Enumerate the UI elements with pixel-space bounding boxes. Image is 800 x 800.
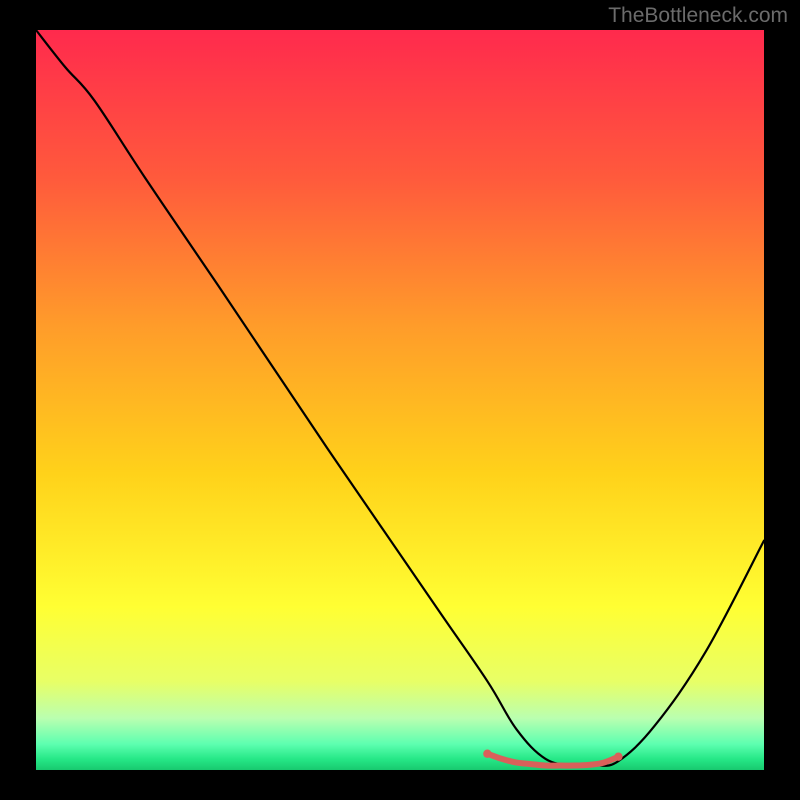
chart-container: TheBottleneck.com [0,0,800,800]
bottleneck-plot: TheBottleneck.com [0,0,800,800]
gradient-area [36,30,764,770]
basin-marker-end-1 [614,752,622,760]
watermark: TheBottleneck.com [608,4,788,27]
basin-marker-end-0 [483,750,491,758]
